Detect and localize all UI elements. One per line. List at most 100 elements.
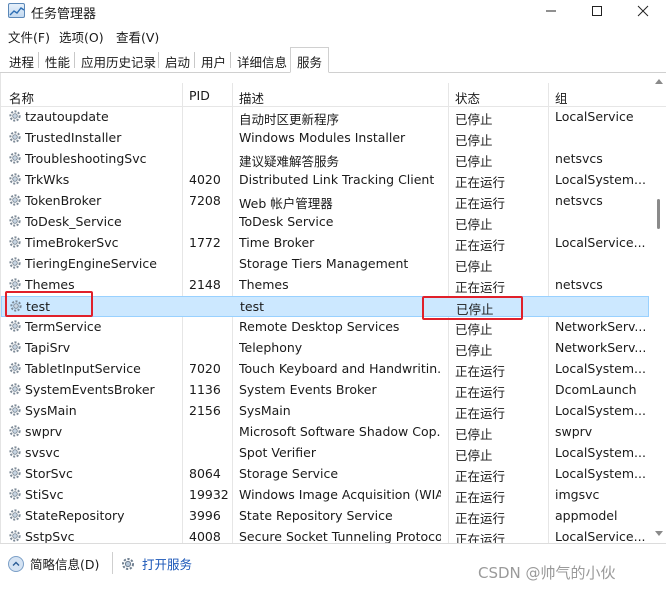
service-description: Remote Desktop Services	[239, 319, 400, 334]
table-row[interactable]: TermService Remote Desktop Services 已停止 Net…	[1, 317, 649, 338]
service-group: netsvcs	[555, 193, 603, 208]
vertical-scrollbar[interactable]	[652, 73, 666, 543]
tab-separator	[74, 52, 75, 68]
table-row[interactable]: TabletInputService 7020 Touch Keyboard and…	[1, 359, 649, 380]
service-name: SstpSvc	[25, 529, 75, 543]
column-description[interactable]: 描述	[239, 88, 264, 107]
service-status: 正在运行	[455, 175, 506, 190]
tab-startup[interactable]: 启动	[165, 52, 190, 71]
table-row[interactable]: SstpSvc 4008 Secure Socket Tunneling Proto…	[1, 527, 649, 543]
service-gear-icon	[9, 509, 21, 521]
table-row[interactable]: tzautoupdate 自动时区更新程序 已停止 LocalService	[1, 107, 649, 128]
service-status: 已停止	[455, 259, 493, 274]
service-group: NetworkServ...	[555, 340, 645, 355]
minimize-button[interactable]	[528, 0, 574, 22]
service-description: Themes	[239, 277, 289, 292]
tab-services[interactable]: 服务	[290, 47, 330, 73]
open-services-link[interactable]: 打开服务	[120, 554, 192, 573]
scroll-down-arrow-icon[interactable]	[655, 531, 663, 536]
table-row[interactable]: TrustedInstaller Windows Modules Installe…	[1, 128, 649, 149]
service-gear-icon	[9, 446, 21, 458]
tab-separator	[38, 52, 39, 68]
table-row[interactable]: Themes 2148 Themes 正在运行 netsvcs	[1, 275, 649, 296]
service-status: 已停止	[455, 427, 493, 442]
column-group[interactable]: 组	[555, 88, 568, 107]
service-description: ToDesk Service	[239, 214, 334, 229]
service-status: 已停止	[455, 322, 493, 337]
maximize-button[interactable]	[574, 0, 620, 22]
close-icon	[637, 5, 649, 17]
service-status: 正在运行	[455, 490, 506, 505]
service-gear-icon	[9, 173, 21, 185]
scroll-up-arrow-icon[interactable]	[655, 79, 663, 84]
service-gear-icon	[9, 530, 21, 542]
table-row[interactable]: TapiSrv Telephony 已停止 NetworkServ...	[1, 338, 649, 359]
service-status: 正在运行	[455, 280, 506, 295]
tab-performance[interactable]: 性能	[45, 52, 70, 71]
service-status: 正在运行	[455, 196, 506, 211]
table-row[interactable]: TrkWks 4020 Distributed Link Tracking Clie…	[1, 170, 649, 191]
tab-app-history[interactable]: 应用历史记录	[81, 52, 156, 71]
service-group: LocalSystem...	[555, 466, 645, 481]
service-gear-icon	[9, 236, 21, 248]
table-row[interactable]: test test 已停止	[1, 296, 649, 317]
service-group: LocalSystem...	[555, 445, 645, 460]
service-gear-icon	[9, 362, 21, 374]
tab-details[interactable]: 详细信息	[237, 52, 287, 71]
tab-processes[interactable]: 进程	[9, 52, 34, 71]
menu-options[interactable]: 选项(O)	[59, 27, 104, 46]
table-row[interactable]: TokenBroker 7208 Web 帐户管理器 正在运行 netsvcs	[1, 191, 649, 212]
table-row[interactable]: StiSvc 19932 Windows Image Acquisition (WI…	[1, 485, 649, 506]
service-pid: 2156	[189, 403, 221, 418]
tab-users[interactable]: 用户	[201, 52, 226, 71]
fewer-details-label: 简略信息(D)	[30, 557, 100, 572]
menu-file[interactable]: 文件(F)	[8, 27, 50, 46]
service-group: LocalSystem...	[555, 361, 645, 376]
fewer-details-button[interactable]: 简略信息(D)	[8, 554, 99, 573]
service-status: 已停止	[455, 448, 493, 463]
service-description: Spot Verifier	[239, 445, 316, 460]
scroll-thumb[interactable]	[657, 199, 660, 229]
table-row[interactable]: svsvc Spot Verifier 已停止 LocalSystem...	[1, 443, 649, 464]
service-status: 正在运行	[455, 511, 506, 526]
service-gear-icon	[9, 278, 21, 290]
service-status: 已停止	[455, 133, 493, 148]
service-pid: 3996	[189, 508, 221, 523]
title-bar: 任务管理器	[0, 0, 666, 24]
table-row[interactable]: TimeBrokerSvc 1772 Time Broker 正在运行 LocalSer…	[1, 233, 649, 254]
column-pid[interactable]: PID	[189, 88, 210, 103]
table-row[interactable]: swprv Microsoft Software Shadow Cop... 已停止…	[1, 422, 649, 443]
tab-separator	[158, 52, 159, 68]
service-description: Distributed Link Tracking Client	[239, 172, 435, 187]
highlight-box-name	[5, 291, 93, 317]
service-gear-icon	[9, 425, 21, 437]
service-description: Secure Socket Tunneling Protoco...	[239, 529, 441, 543]
highlight-box-status	[422, 296, 523, 320]
service-status: 正在运行	[455, 238, 506, 253]
service-pid: 7208	[189, 193, 221, 208]
table-row[interactable]: StorSvc 8064 Storage Service 正在运行 LocalSyste…	[1, 464, 649, 485]
watermark: CSDN @帅气的小伙	[478, 564, 616, 582]
service-status: 已停止	[455, 112, 493, 127]
service-name: TokenBroker	[25, 193, 102, 208]
service-group: DcomLaunch	[555, 382, 637, 397]
column-name[interactable]: 名称	[9, 88, 34, 107]
service-status: 正在运行	[455, 364, 506, 379]
table-row[interactable]: TroubleshootingSvc 建议疑难解答服务 已停止 netsvcs	[1, 149, 649, 170]
service-pid: 1772	[189, 235, 221, 250]
table-row[interactable]: ToDesk_Service ToDesk Service 已停止	[1, 212, 649, 233]
services-gear-icon	[122, 557, 134, 570]
service-group: LocalService...	[555, 235, 645, 250]
service-name: ToDesk_Service	[25, 214, 122, 229]
service-description: Telephony	[239, 340, 303, 355]
close-button[interactable]	[620, 0, 666, 22]
menu-view[interactable]: 查看(V)	[116, 27, 159, 46]
service-description: Touch Keyboard and Handwritin...	[239, 361, 441, 376]
table-row[interactable]: SysMain 2156 SysMain 正在运行 LocalSystem...	[1, 401, 649, 422]
table-row[interactable]: TieringEngineService Storage Tiers Manage…	[1, 254, 649, 275]
service-gear-icon	[9, 257, 21, 269]
service-pid: 4008	[189, 529, 221, 543]
column-status[interactable]: 状态	[455, 88, 480, 107]
table-row[interactable]: SystemEventsBroker 1136 System Events Brok…	[1, 380, 649, 401]
table-row[interactable]: StateRepository 3996 State Repository Serv…	[1, 506, 649, 527]
